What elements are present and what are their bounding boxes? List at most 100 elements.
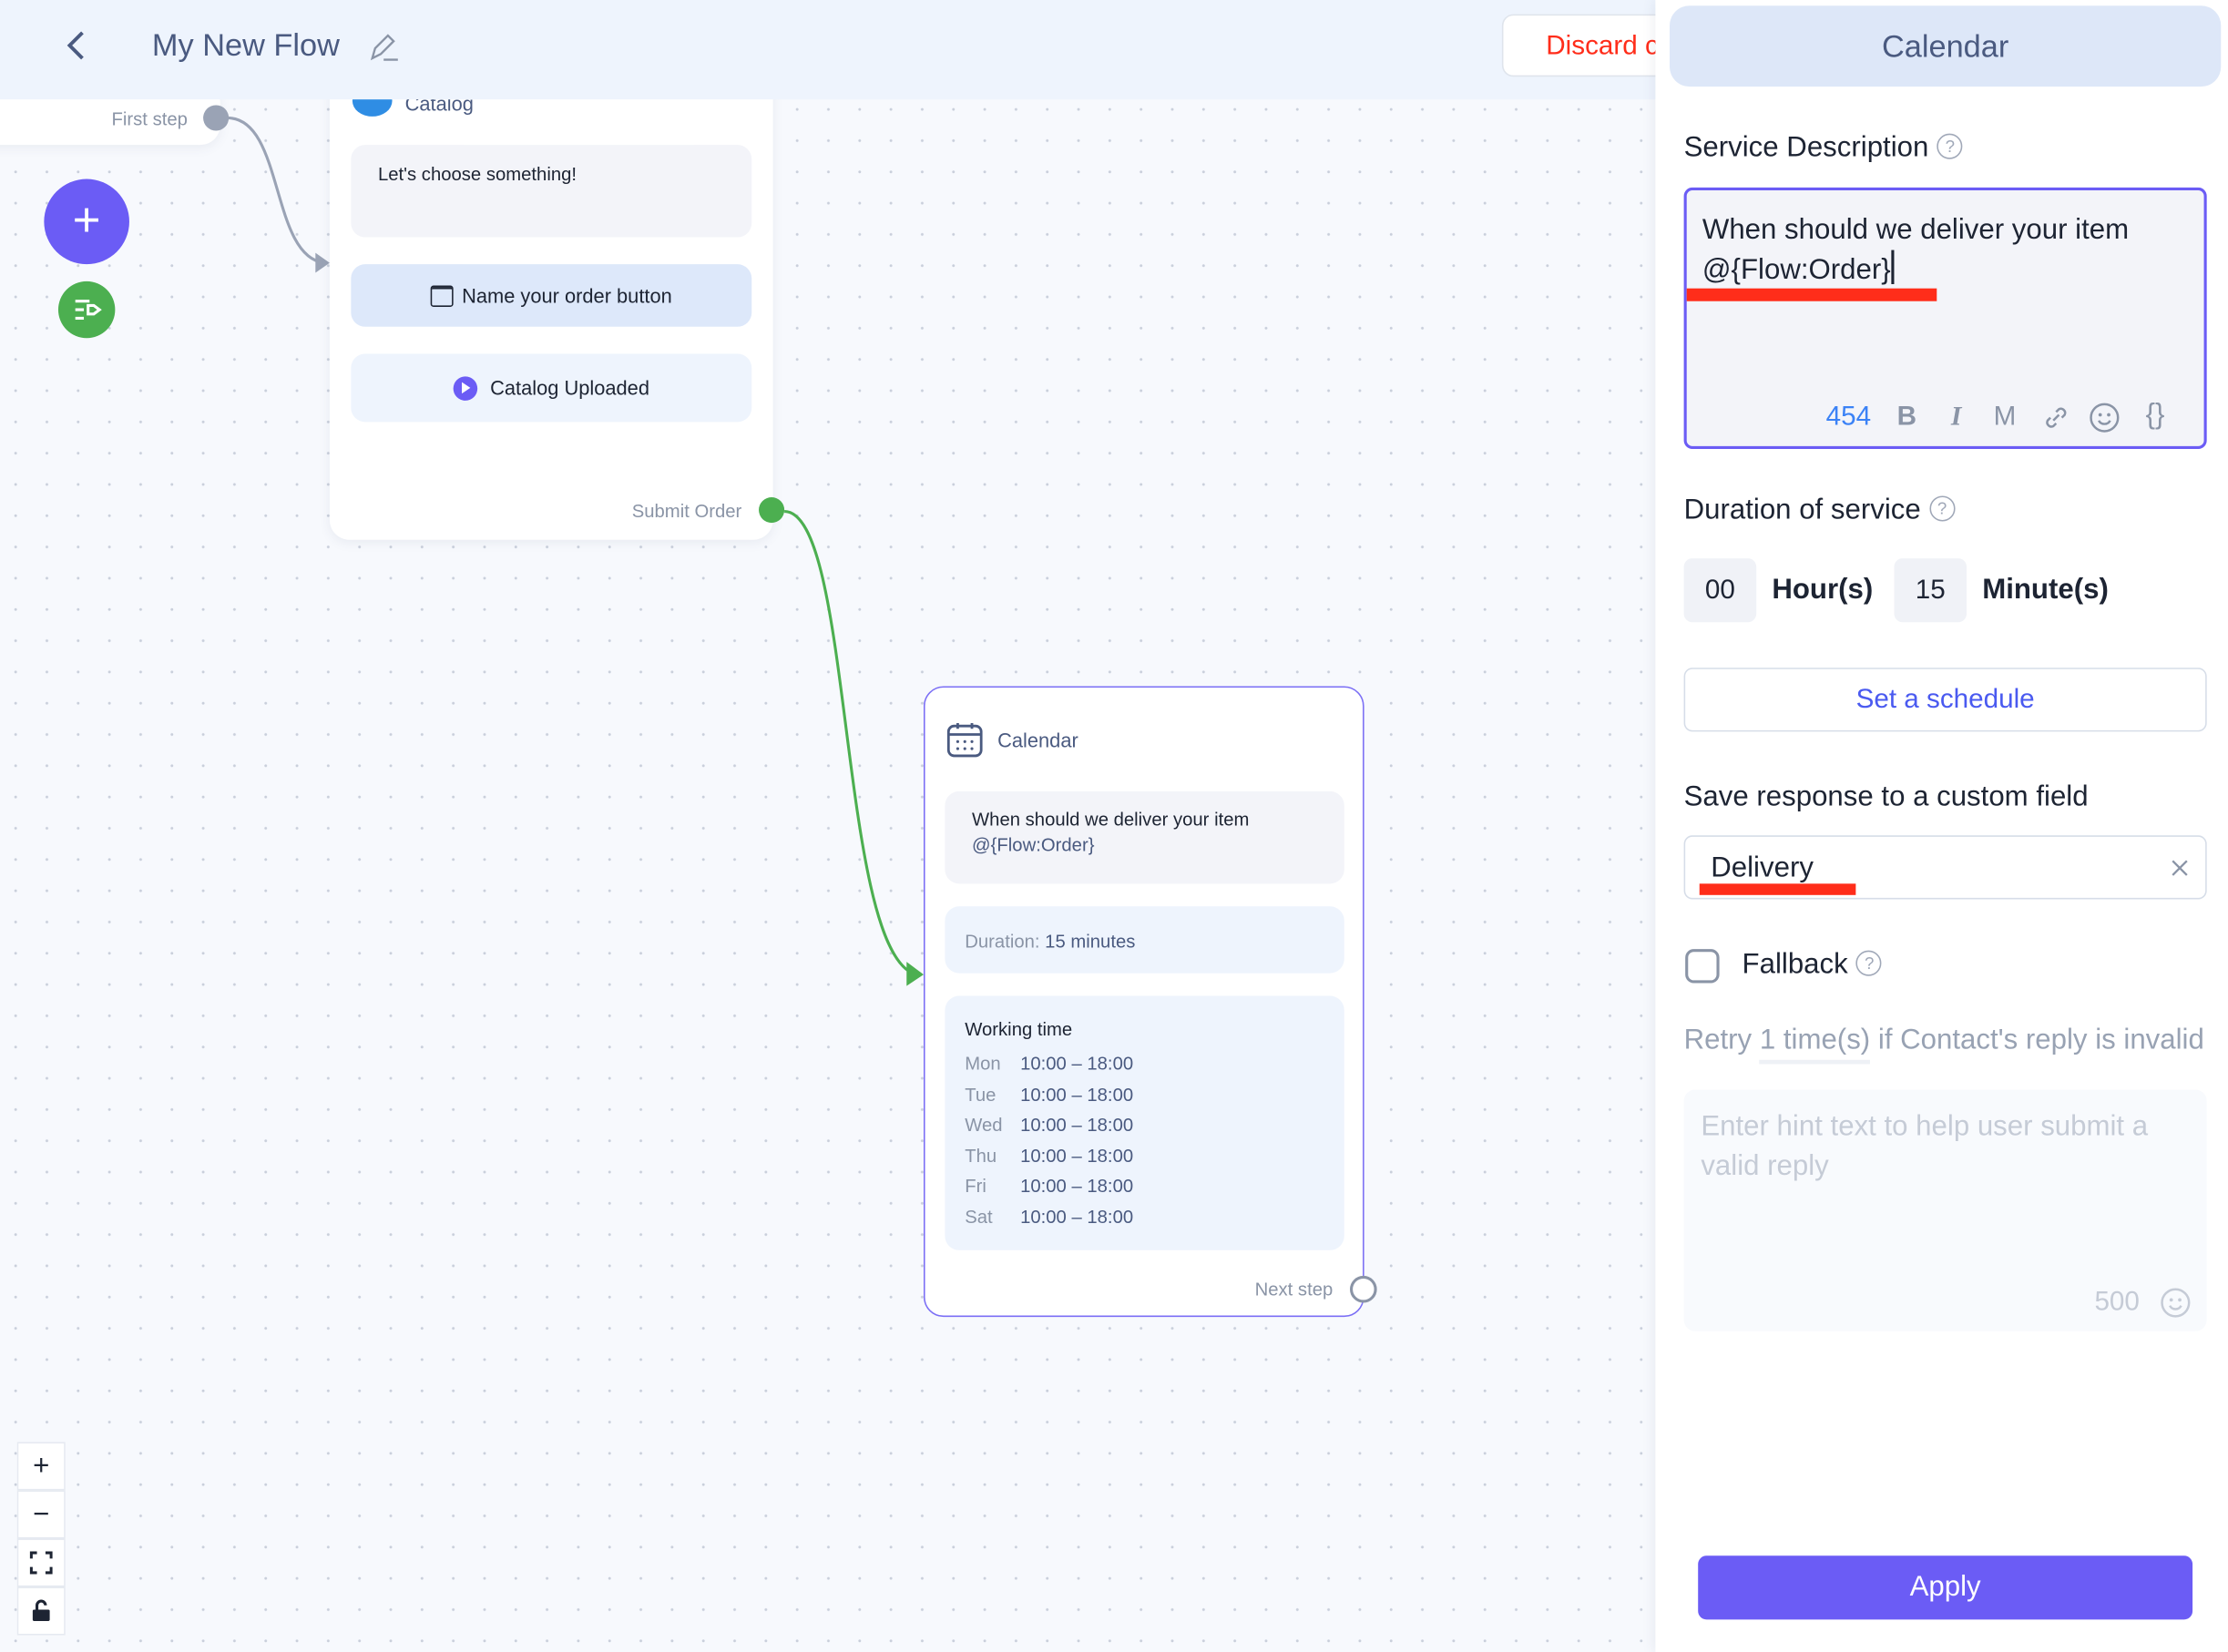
minutes-input[interactable]: 15 [1894,558,1967,623]
connectors [227,116,924,986]
calendar-node-title: Calendar [997,729,1078,752]
calendar-node[interactable]: Calendar When should we deliver your ite… [923,686,1364,1318]
schedule-hours: 10:00 – 18:00 [1020,1114,1134,1136]
fullscreen-icon [29,1551,53,1575]
service-description-variable: @{Flow:Order} [1702,254,1891,286]
hours-input[interactable]: 00 [1683,558,1757,623]
schedule-day: Thu [965,1145,997,1167]
minus-icon: − [33,1498,50,1530]
schedule-row: Thu 10:00 – 18:00 [965,1145,1133,1176]
working-time-title: Working time [965,1018,1073,1040]
service-description-line1: When should we deliver your item [1702,214,2130,246]
catalog-node[interactable]: Catalog Let's choose something! Name you… [329,56,773,540]
next-step-label: Next step [1254,1279,1334,1300]
back-chevron-icon[interactable] [63,28,91,62]
emoji-icon[interactable] [2089,402,2120,433]
schedule-row: Wed 10:00 – 18:00 [965,1114,1133,1145]
help-icon[interactable]: ? [1937,133,1963,159]
clear-icon[interactable] [2170,858,2190,878]
char-count: 454 [1825,402,1872,433]
catalog-message-text: Let's choose something! [377,163,577,185]
schedule-hours: 10:00 – 18:00 [1020,1083,1134,1106]
fallback-checkbox[interactable] [1685,949,1720,984]
retry-suffix: if Contact's reply is invalid [1877,1024,2204,1056]
flow-builder: First step + Catalog Let's choose someth… [0,0,2228,1652]
hours-unit: Hour(s) [1772,574,1874,606]
minutes-unit: Minute(s) [1982,574,2109,606]
fit-view-button[interactable] [16,1538,66,1587]
zoom-in-button[interactable]: + [16,1442,66,1491]
schedule-list: Mon 10:00 – 18:00 Tue 10:00 – 18:00 Wed 10:00… [965,1053,1133,1237]
retry-count-input[interactable]: 1 time(s) [1759,1024,1871,1065]
play-icon [453,375,478,401]
retry-text: Retry 1 time(s) if Contact's reply is in… [1683,1024,2204,1065]
schedule-hours: 10:00 – 18:00 [1020,1145,1134,1167]
schedule-day: Tue [965,1083,996,1106]
duration-of-service-label: Duration of service? [1684,495,1956,527]
hint-placeholder: Enter hint text to help user submit a va… [1701,1110,2149,1182]
schedule-day: Wed [965,1114,1003,1136]
hint-char-count: 500 [2094,1287,2140,1318]
variables-button[interactable]: {} [2146,399,2165,432]
calendar-message: When should we deliver your item @{Flow:… [945,790,1344,884]
lock-icon [32,1599,50,1621]
apply-button[interactable]: Apply [1698,1555,2193,1620]
duration-label: Duration: [965,930,1040,953]
hint-text-input[interactable]: Enter hint text to help user submit a va… [1683,1089,2207,1331]
monospace-button[interactable]: M [1994,402,2017,433]
submit-order-port[interactable] [759,497,785,524]
calendar-icon [946,723,983,758]
help-icon[interactable]: ? [1929,495,1956,522]
flow-title: My New Flow [151,26,340,63]
set-schedule-button[interactable]: Set a schedule [1683,668,2207,732]
link-icon[interactable] [2042,403,2070,432]
catalog-message: Let's choose something! [351,145,752,238]
schedule-row: Sat 10:00 – 18:00 [965,1206,1133,1237]
pencil-icon[interactable] [366,30,400,64]
help-icon[interactable]: ? [1856,950,1883,976]
italic-button[interactable]: I [1951,402,1962,433]
text-cursor [1890,250,1894,284]
connector-arrow-green [906,962,924,986]
schedule-row: Fri 10:00 – 18:00 [965,1176,1133,1207]
plus-icon: + [72,193,101,248]
service-description-input[interactable]: When should we deliver your item @{Flow:… [1683,187,2207,449]
name-order-button[interactable]: Name your order button [351,264,752,327]
zoom-out-button[interactable]: − [16,1490,66,1539]
connector-arrow-gray [315,252,330,273]
custom-field-select[interactable]: Delivery [1683,835,2207,900]
schedule-day: Sat [965,1206,993,1228]
lock-button[interactable] [16,1586,66,1636]
name-order-button-label: Name your order button [462,284,672,307]
first-step-label: First step [111,107,188,129]
settings-panel: Calendar Service Description? When shoul… [1655,0,2228,1652]
bold-button[interactable]: B [1897,402,1916,433]
top-bar: My New Flow Discard changes [0,0,1747,100]
connector-first-step [227,116,324,265]
calendar-message-variable: @{Flow:Order} [972,833,1095,856]
red-underline-annotation [1686,288,1937,301]
calendar-message-line1: When should we deliver your item [972,808,1250,831]
red-underline-annotation [1699,883,1856,895]
add-step-button[interactable]: + [44,178,129,265]
catalog-uploaded-label: Catalog Uploaded [490,376,649,400]
working-time: Working time Mon 10:00 – 18:00 Tue 10:00 – … [945,995,1344,1250]
submit-order-label: Submit Order [631,500,742,522]
schedule-row: Mon 10:00 – 18:00 [965,1053,1133,1084]
window-icon [430,284,454,307]
schedule-hours: 10:00 – 18:00 [1020,1052,1134,1075]
flow-start-icon [75,300,102,320]
plus-icon: + [33,1449,50,1482]
next-step-port[interactable] [1350,1275,1377,1303]
schedule-row: Tue 10:00 – 18:00 [965,1084,1133,1115]
custom-field-label: Save response to a custom field [1683,780,2089,813]
first-step-port[interactable] [203,105,230,131]
catalog-uploaded[interactable]: Catalog Uploaded [351,353,752,423]
retry-prefix: Retry [1683,1024,1753,1056]
fallback-label: Fallback? [1743,949,1883,982]
emoji-icon[interactable] [2160,1287,2191,1318]
duration-summary: Duration: 15 minutes [945,906,1344,974]
schedule-day: Mon [965,1052,1001,1075]
duration-value: 15 minutes [1045,930,1136,953]
trigger-button[interactable] [57,280,116,339]
